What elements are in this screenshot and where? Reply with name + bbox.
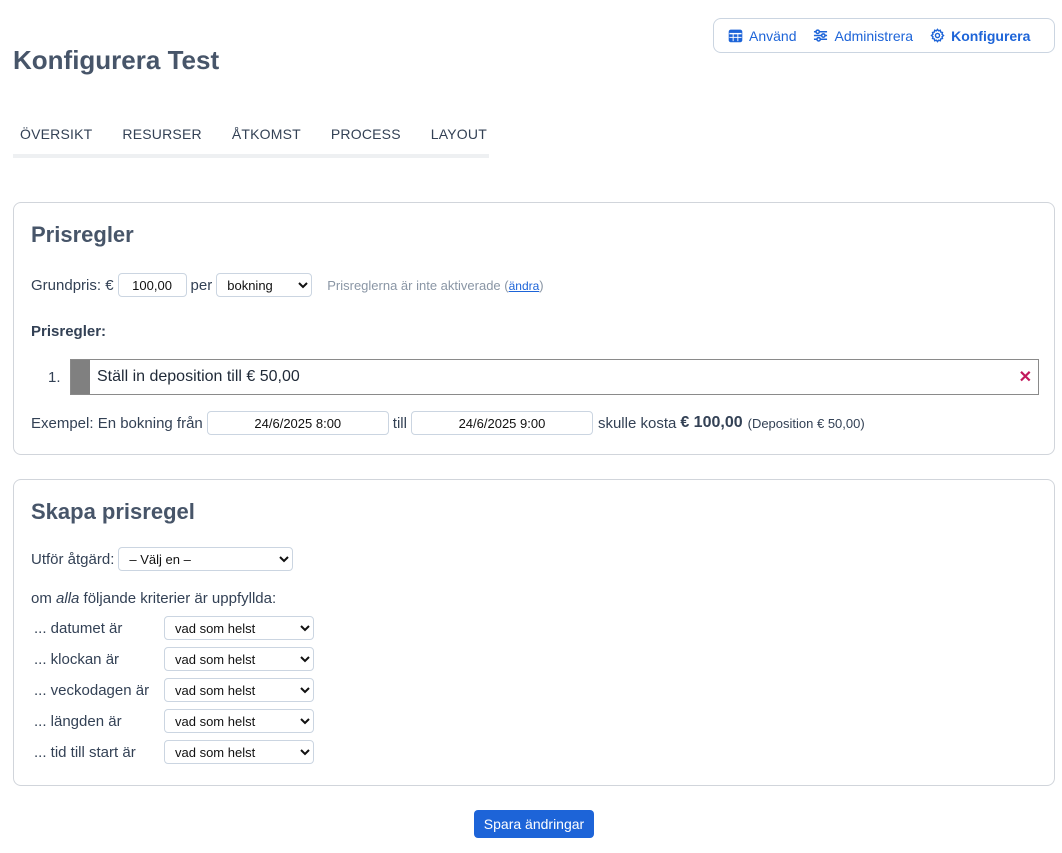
pricing-status-close: ) bbox=[539, 277, 544, 293]
criteria-emph: alla bbox=[56, 590, 80, 607]
nav-use[interactable]: Använd bbox=[728, 28, 796, 44]
rule-number: 1. bbox=[48, 369, 61, 386]
tab-layout[interactable]: LAYOUT bbox=[431, 116, 487, 154]
tab-resources[interactable]: RESURSER bbox=[122, 116, 201, 154]
criterion-label: ... tid till start är bbox=[34, 743, 136, 761]
top-nav: Använd Administrera Konfigurera bbox=[713, 18, 1055, 53]
change-link[interactable]: ändra bbox=[509, 279, 540, 293]
criterion-select-time[interactable]: vad som helst bbox=[164, 647, 314, 671]
rules-label: Prisregler: bbox=[31, 323, 107, 340]
pricing-status: Prisreglerna är inte aktiverade (ändra) bbox=[327, 278, 543, 293]
nav-administer[interactable]: Administrera bbox=[813, 28, 913, 44]
pricing-rules-heading: Prisregler bbox=[31, 222, 134, 247]
rule-text: Ställ in deposition till € 50,00 bbox=[97, 368, 300, 385]
criterion-row: ... längden är vad som helst bbox=[34, 709, 314, 733]
base-price-input[interactable] bbox=[117, 273, 187, 297]
base-price-row: Grundpris: € per bokning Prisreglerna är… bbox=[31, 273, 544, 297]
pricing-status-text: Prisreglerna är inte aktiverade ( bbox=[327, 277, 509, 293]
criteria-prefix: om bbox=[31, 590, 52, 607]
criterion-row: ... veckodagen är vad som helst bbox=[34, 678, 314, 702]
criterion-select-length[interactable]: vad som helst bbox=[164, 709, 314, 733]
criterion-select-weekday[interactable]: vad som helst bbox=[164, 678, 314, 702]
example-cost: € 100,00 bbox=[680, 414, 743, 431]
nav-use-label: Använd bbox=[749, 27, 797, 44]
gear-icon bbox=[930, 28, 945, 43]
example-cost-label: skulle kosta bbox=[597, 414, 677, 432]
rule-item[interactable]: Ställ in deposition till € 50,00 ✕ bbox=[70, 359, 1039, 395]
tab-bar: ÖVERSIKT RESURSER ÅTKOMST PROCESS LAYOUT bbox=[13, 116, 489, 158]
drag-handle[interactable] bbox=[71, 360, 90, 394]
action-select[interactable]: – Välj en – bbox=[118, 547, 294, 571]
nav-configure-label: Konfigurera bbox=[951, 27, 1031, 44]
remove-rule-icon[interactable]: ✕ bbox=[1019, 367, 1032, 387]
create-rule-card: Skapa prisregel Utför åtgärd: – Välj en … bbox=[13, 479, 1055, 786]
criterion-row: ... tid till start är vad som helst bbox=[34, 740, 314, 764]
example-to-input[interactable] bbox=[410, 411, 593, 435]
criteria-intro: om alla följande kriterier är uppfyllda: bbox=[31, 590, 276, 607]
base-price-label: Grundpris: € bbox=[31, 276, 114, 294]
per-label: per bbox=[190, 276, 213, 294]
action-label: Utför åtgärd: bbox=[31, 550, 115, 568]
sliders-icon bbox=[814, 29, 828, 42]
criterion-row: ... datumet är vad som helst bbox=[34, 616, 314, 640]
tab-overview[interactable]: ÖVERSIKT bbox=[20, 116, 92, 154]
nav-administer-label: Administrera bbox=[834, 27, 914, 44]
nav-configure[interactable]: Konfigurera bbox=[930, 28, 1030, 44]
criterion-label: ... klockan är bbox=[34, 650, 120, 668]
per-unit-select[interactable]: bokning bbox=[216, 273, 313, 297]
criterion-select-date[interactable]: vad som helst bbox=[164, 616, 314, 640]
criterion-row: ... klockan är vad som helst bbox=[34, 647, 314, 671]
tab-process[interactable]: PROCESS bbox=[331, 116, 401, 154]
save-button[interactable]: Spara ändringar bbox=[474, 810, 594, 838]
criterion-label: ... veckodagen är bbox=[34, 681, 150, 699]
example-row: Exempel: En bokning från till skulle kos… bbox=[31, 411, 865, 435]
example-to-label: till bbox=[392, 414, 407, 432]
criterion-select-lead-time[interactable]: vad som helst bbox=[164, 740, 314, 764]
example-prefix: Exempel: En bokning från bbox=[31, 414, 203, 432]
page-title: Konfigurera Test bbox=[13, 45, 220, 75]
criterion-label: ... längden är bbox=[34, 712, 122, 730]
tab-access[interactable]: ÅTKOMST bbox=[232, 116, 301, 154]
action-row: Utför åtgärd: – Välj en – bbox=[31, 547, 294, 571]
pricing-rules-card: Prisregler Grundpris: € per bokning Pris… bbox=[13, 202, 1055, 455]
criteria-suffix: följande kriterier är uppfyllda: bbox=[83, 590, 277, 607]
example-deposit: (Deposition € 50,00) bbox=[747, 415, 865, 431]
example-from-input[interactable] bbox=[206, 411, 389, 435]
create-rule-heading: Skapa prisregel bbox=[31, 499, 195, 524]
criterion-label: ... datumet är bbox=[34, 619, 123, 637]
calendar-icon bbox=[728, 29, 743, 43]
